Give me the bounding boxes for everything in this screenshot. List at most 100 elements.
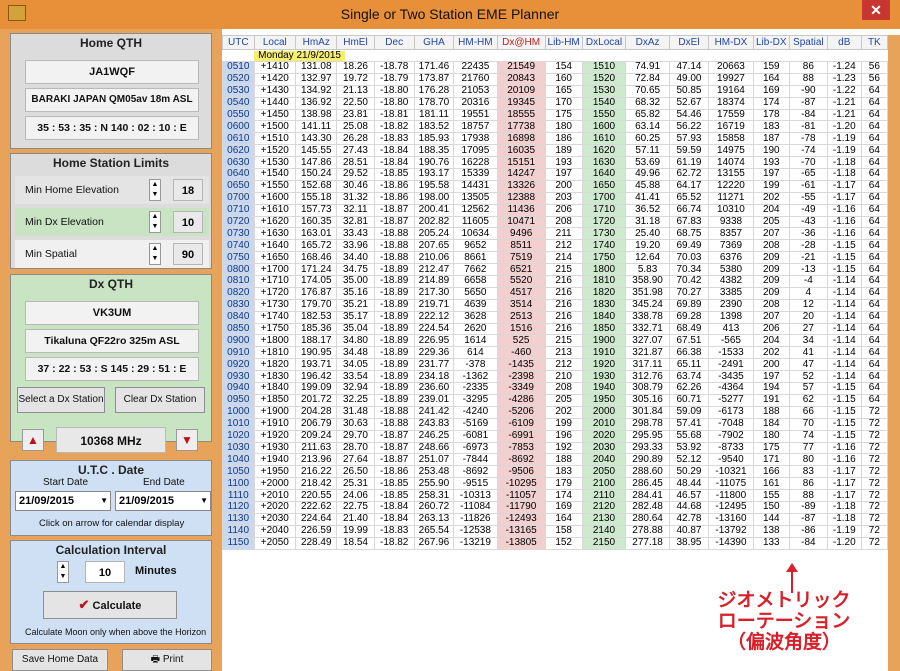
table-row[interactable]: 1150 +2050 228.49 18.54 -18.82 267.96 -13219 -1… — [222, 536, 889, 550]
cell-hmaz: 182.53 — [295, 310, 338, 324]
cell-tk: 64 — [860, 84, 889, 98]
column-header-dec[interactable]: Dec — [373, 35, 415, 50]
column-header-dxaz[interactable]: DxAz — [625, 35, 670, 50]
column-header-dx-hm[interactable]: Dx@HM — [496, 35, 546, 50]
table-row[interactable]: 0820 +1720 176.87 35.16 -18.89 217.30 5650 4517… — [222, 286, 889, 300]
min-dx-elevation-stepper[interactable]: ▲ ▼ — [149, 211, 161, 233]
freq-up-button[interactable]: ▲ — [22, 429, 44, 451]
table-row[interactable]: 0520 +1420 132.97 19.72 -18.79 173.87 21760 208… — [222, 72, 889, 86]
table-row[interactable]: 1040 +1940 213.96 27.64 -18.87 251.07 -7844 -86… — [222, 453, 889, 467]
table-row[interactable]: 1130 +2030 224.64 21.40 -18.84 263.13 -11826 -1… — [222, 512, 889, 526]
column-header-hm-hm[interactable]: HM-HM — [453, 35, 498, 50]
clear-dx-station-button[interactable]: Clear Dx Station — [115, 387, 205, 413]
cell-dec: -18.84 — [373, 144, 415, 158]
table-row[interactable]: 0950 +1850 201.72 32.25 -18.89 239.01 -3295 -42… — [222, 393, 889, 407]
column-header-hm-dx[interactable]: HM-DX — [708, 35, 754, 50]
select-dx-station-button[interactable]: Select a Dx Station — [17, 387, 105, 413]
column-header-dxlocal[interactable]: DxLocal — [581, 35, 627, 50]
table-row[interactable]: 0510 +1410 131.08 18.26 -18.78 171.46 22435 215… — [222, 61, 889, 74]
table-row[interactable]: 0620 +1520 145.55 27.43 -18.84 188.35 17095 160… — [222, 144, 889, 158]
column-header-local[interactable]: Local — [253, 35, 297, 50]
table-row[interactable]: 0720 +1620 160.35 32.81 -18.87 202.82 11605 104… — [222, 215, 889, 229]
column-header-tk[interactable]: TK — [860, 35, 889, 50]
table-row[interactable]: 1020 +1920 209.24 29.70 -18.87 246.25 -6081 -69… — [222, 429, 889, 443]
column-header-spatial[interactable]: Spatial — [788, 35, 828, 50]
column-header-hmaz[interactable]: HmAz — [295, 35, 338, 50]
start-date-picker[interactable]: 21/09/2015 ▼ — [15, 491, 111, 511]
min-spatial-value[interactable]: 90 — [173, 243, 203, 265]
table-row[interactable]: 1110 +2010 220.55 24.06 -18.85 258.31 -10313 -1… — [222, 489, 889, 502]
save-home-data-button[interactable]: Save Home Data — [12, 649, 108, 671]
end-date-picker[interactable]: 21/09/2015 ▼ — [115, 491, 211, 511]
dx-callsign[interactable]: VK3UM — [25, 301, 199, 325]
column-header-db[interactable]: dB — [826, 35, 862, 50]
min-dx-elevation-value[interactable]: 10 — [173, 211, 203, 233]
calculate-button[interactable]: ✔ Calculate — [43, 591, 177, 619]
table-row[interactable]: 0610 +1510 143.30 26.28 -18.83 185.93 17938 168… — [222, 132, 889, 146]
calendar-hint: Click on arrow for calendar display — [39, 518, 185, 529]
cell-lib-dx: 209 — [752, 251, 790, 265]
table-row[interactable]: 1100 +2000 218.42 25.31 -18.85 255.90 -9515 -10… — [222, 477, 889, 491]
cell-tk: 72 — [860, 500, 889, 514]
column-header-lib-hm[interactable]: Lib-HM — [544, 35, 583, 50]
table-row[interactable]: 0530 +1430 134.92 21.13 -18.80 176.28 21053 201… — [222, 84, 889, 98]
table-row[interactable]: 1120 +2020 222.62 22.75 -18.84 260.72 -11084 -1… — [222, 500, 889, 514]
home-callsign[interactable]: JA1WQF — [25, 60, 199, 84]
frequency-value[interactable]: 10368 MHz — [56, 427, 166, 453]
table-row[interactable]: 0630 +1530 147.86 28.51 -18.84 190.76 16228 151… — [222, 156, 889, 170]
table-row[interactable]: 1010 +1910 206.79 30.63 -18.88 243.83 -5169 -61… — [222, 417, 889, 431]
table-row[interactable]: 0800 +1700 171.24 34.75 -18.89 212.47 7662 6521… — [222, 263, 889, 277]
table-row[interactable]: 1000 +1900 204.28 31.48 -18.88 241.42 -4240 -52… — [222, 405, 889, 419]
home-location[interactable]: BARAKI JAPAN QM05av 18m ASL — [25, 88, 199, 112]
chevron-down-icon[interactable]: ▼ — [100, 492, 108, 510]
cell-spatial: 20 — [788, 310, 828, 324]
table-row[interactable]: 0710 +1610 157.73 32.11 -18.87 200.41 12562 114… — [222, 203, 889, 217]
cell-gha: 253.48 — [413, 465, 455, 479]
cell-dxel: 69.28 — [668, 310, 710, 324]
table-row[interactable]: 0730 +1630 163.01 33.43 -18.88 205.24 10634 949… — [222, 227, 889, 241]
table-row[interactable]: 1030 +1930 211.63 28.70 -18.87 248.66 -6973 -78… — [222, 441, 889, 455]
table-row[interactable]: 1140 +2040 226.59 19.99 -18.83 265.54 -12538 -1… — [222, 524, 889, 538]
home-coords[interactable]: 35 : 53 : 35 : N 140 : 02 : 10 : E — [25, 116, 199, 140]
column-header-dxel[interactable]: DxEl — [668, 35, 710, 50]
interval-stepper[interactable]: ▲ ▼ — [57, 561, 69, 583]
cell-hmaz: 211.63 — [295, 441, 338, 455]
cell-gha: 210.06 — [413, 251, 455, 265]
table-row[interactable]: 0850 +1750 185.36 35.04 -18.89 224.54 2620 1516… — [222, 322, 889, 336]
freq-down-button[interactable]: ▼ — [176, 429, 198, 451]
table-row[interactable]: 0930 +1830 196.42 33.54 -18.89 234.18 -1362 -23… — [222, 370, 889, 384]
dx-location[interactable]: Tikaluna QF22ro 325m ASL — [25, 329, 199, 353]
table-row[interactable]: 0550 +1450 138.98 23.81 -18.81 181.11 19551 185… — [222, 108, 889, 122]
cell-dxel: 69.49 — [668, 239, 710, 253]
table-row[interactable]: 0750 +1650 168.46 34.40 -18.88 210.06 8661 7519… — [222, 251, 889, 265]
table-row[interactable]: 1050 +1950 216.22 26.50 -18.86 253.48 -8692 -95… — [222, 465, 889, 479]
dx-coords[interactable]: 37 : 22 : 53 : S 145 : 29 : 51 : E — [25, 357, 199, 381]
column-header-utc[interactable]: UTC — [222, 35, 255, 50]
print-button[interactable]: 🖶 Print — [122, 649, 212, 671]
column-header-lib-dx[interactable]: Lib-DX — [752, 35, 790, 50]
table-row[interactable]: 0910 +1810 190.95 34.48 -18.89 229.36 614 -460 2… — [222, 346, 889, 360]
table-row[interactable]: 0920 +1820 193.71 34.05 -18.89 231.77 -378 -143… — [222, 358, 889, 372]
column-header-hmel[interactable]: HmEl — [336, 35, 375, 50]
table-row[interactable]: 0540 +1440 136.92 22.50 -18.80 178.70 20316 193… — [222, 96, 889, 110]
chevron-down-icon[interactable]: ▼ — [200, 492, 208, 510]
column-header-gha[interactable]: GHA — [413, 35, 455, 50]
cell-tk: 64 — [860, 239, 889, 253]
cell-hm-dx: -12495 — [708, 500, 754, 514]
table-row[interactable]: 0600 +1500 141.11 25.08 -18.82 183.52 18757 177… — [222, 120, 889, 134]
table-row[interactable]: 0810 +1710 174.05 35.00 -18.89 214.89 6658 5520… — [222, 275, 889, 288]
cell-utc: 1030 — [222, 441, 255, 455]
table-row[interactable]: 0740 +1640 165.72 33.96 -18.88 207.65 9652 8511… — [222, 239, 889, 253]
min-spatial-stepper[interactable]: ▲ ▼ — [149, 243, 161, 265]
table-row[interactable]: 0840 +1740 182.53 35.17 -18.89 222.12 3628 2513… — [222, 310, 889, 324]
table-row[interactable]: 0700 +1600 155.18 31.32 -18.86 198.00 13505 123… — [222, 191, 889, 205]
min-home-elevation-value[interactable]: 18 — [173, 179, 203, 201]
interval-value[interactable]: 10 — [85, 561, 125, 583]
close-button[interactable]: ✕ — [862, 0, 890, 20]
table-row[interactable]: 0830 +1730 179.70 35.21 -18.89 219.71 4639 3514… — [222, 298, 889, 312]
min-home-elevation-stepper[interactable]: ▲ ▼ — [149, 179, 161, 201]
table-row[interactable]: 0900 +1800 188.17 34.80 -18.89 226.95 1614 525 2… — [222, 334, 889, 348]
table-row[interactable]: 0650 +1550 152.68 30.46 -18.86 195.58 14431 133… — [222, 179, 889, 193]
table-row[interactable]: 0940 +1840 199.09 32.94 -18.89 236.60 -2335 -33… — [222, 382, 889, 395]
table-row[interactable]: 0640 +1540 150.24 29.52 -18.85 193.17 15339 142… — [222, 168, 889, 181]
